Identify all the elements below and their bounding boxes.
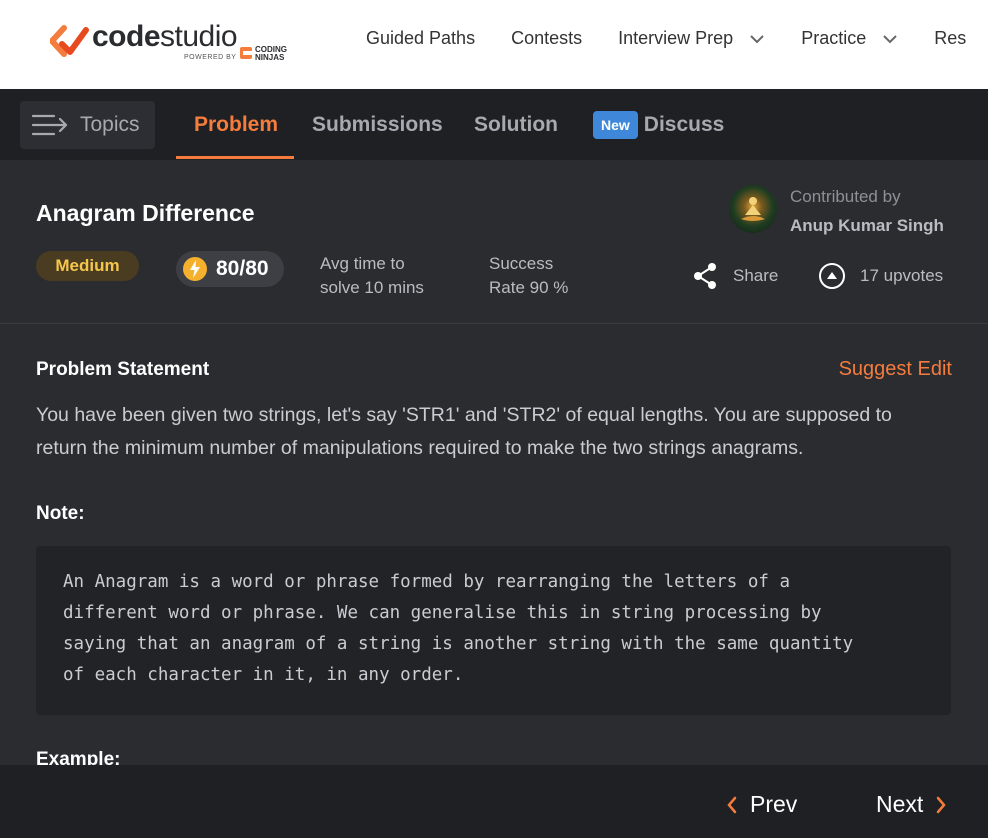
share-icon — [694, 263, 716, 289]
coding-ninjas-wordmark: CODING NINJAS — [255, 45, 287, 62]
suggest-edit-link[interactable]: Suggest Edit — [839, 358, 952, 381]
next-button[interactable]: Next — [876, 791, 947, 818]
tab-discuss[interactable]: New Discuss — [593, 89, 724, 160]
next-label: Next — [876, 791, 924, 817]
nav-interview-prep[interactable]: Interview Prep — [618, 28, 765, 49]
prev-button[interactable]: Prev — [726, 791, 797, 818]
problem-statement-body: Problem Statement Suggest Edit You have … — [0, 325, 988, 765]
nav-resources[interactable]: Res — [934, 28, 966, 49]
nav-practice[interactable]: Practice — [801, 28, 898, 49]
difficulty-badge: Medium — [36, 251, 139, 281]
top-navbar: codestudio POWERED BY CODING NINJAS Guide… — [0, 0, 988, 89]
active-tab-indicator — [176, 156, 294, 159]
menu-collapse-icon — [32, 114, 68, 136]
topics-label: Topics — [80, 113, 140, 136]
chevron-down-icon — [883, 34, 897, 43]
share-button[interactable]: Share — [693, 262, 778, 290]
contributor-name[interactable]: Anup Kumar Singh — [790, 216, 944, 236]
prev-label: Prev — [750, 791, 798, 817]
contributed-by-label: Contributed by — [790, 187, 901, 206]
problem-statement-heading: Problem Statement — [36, 359, 210, 380]
tab-solution[interactable]: Solution — [474, 89, 558, 160]
upvote-button[interactable]: 17 upvotes — [818, 262, 943, 290]
avg-time-stat: Avg time to solve 10 mins — [320, 254, 424, 297]
score-badge: 80/80 — [176, 251, 284, 287]
problem-footer: Prev Next — [0, 765, 988, 838]
contributor-avatar[interactable] — [729, 185, 777, 233]
problem-title: Anagram Difference — [36, 200, 255, 226]
note-heading: Note: — [36, 503, 85, 524]
meditating-figure-icon — [741, 197, 765, 221]
logo-powered-by: POWERED BY — [184, 54, 237, 61]
nav-guided-paths[interactable]: Guided Paths — [366, 28, 475, 49]
upvote-icon — [819, 263, 845, 289]
lightning-icon — [183, 257, 207, 281]
share-label: Share — [733, 266, 779, 285]
topics-button[interactable]: Topics — [20, 101, 155, 149]
problem-header: Anagram Difference Medium 80/80 Avg time… — [0, 160, 988, 324]
problem-description: You have been given two strings, let's s… — [36, 404, 892, 459]
success-rate-stat: Success Rate 90 % — [489, 254, 569, 297]
problem-tabbar: Topics Problem Submissions Solution New … — [0, 89, 988, 160]
codestudio-logo[interactable]: codestudio POWERED BY CODING NINJAS — [50, 20, 300, 64]
tab-problem[interactable]: Problem — [194, 89, 278, 160]
note-code-block: An Anagram is a word or phrase formed by… — [36, 546, 951, 715]
tab-submissions[interactable]: Submissions — [312, 89, 443, 160]
logo-wordmark: codestudio — [92, 20, 238, 53]
codestudio-logo-icon — [50, 25, 89, 57]
main-nav: Guided Paths Contests Interview Prep Pra… — [366, 28, 988, 49]
coding-ninjas-icon — [240, 47, 252, 59]
new-badge: New — [593, 110, 638, 139]
example-heading: Example: — [36, 749, 121, 765]
nav-contests[interactable]: Contests — [511, 28, 582, 49]
chevron-down-icon — [750, 34, 764, 43]
score-value: 80/80 — [216, 257, 269, 280]
chevron-left-icon — [727, 796, 737, 813]
chevron-right-icon — [937, 796, 946, 813]
upvotes-count: 17 upvotes — [860, 266, 944, 285]
